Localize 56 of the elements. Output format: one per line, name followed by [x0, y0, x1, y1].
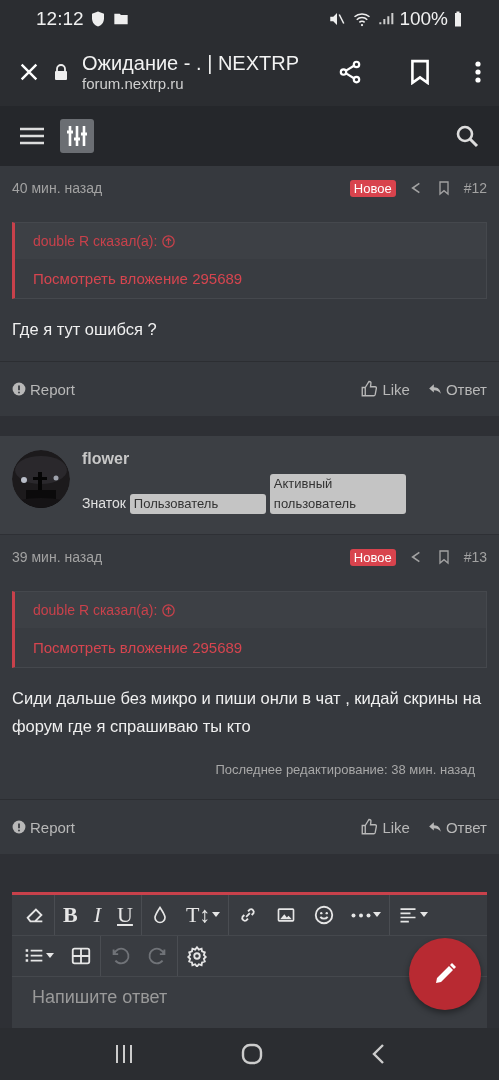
format-button[interactable]: U — [109, 895, 141, 935]
page-url[interactable]: forum.nextrp.ru — [82, 75, 323, 92]
home-icon[interactable] — [241, 1043, 264, 1065]
username[interactable]: flower — [82, 450, 406, 468]
pencil-icon — [433, 962, 457, 986]
like-button[interactable]: Like — [360, 380, 410, 398]
folder-icon — [111, 11, 130, 27]
thumbs-up-icon — [360, 380, 379, 398]
format-button[interactable]: T↕ — [177, 895, 229, 935]
menu-icon[interactable] — [20, 127, 44, 145]
post-time[interactable]: 39 мин. назад — [12, 549, 103, 565]
battery-percent: 100% — [399, 8, 448, 30]
user-banner: Пользователь — [129, 494, 266, 514]
more-icon — [351, 912, 372, 918]
page-title: Ожидание - . | NEXTRP — [82, 52, 300, 75]
report-button[interactable]: Report — [12, 818, 76, 836]
caret-icon — [46, 953, 54, 959]
edited-note: Последнее редактирование: 38 мин. назад — [215, 762, 475, 777]
like-button[interactable]: Like — [360, 818, 410, 836]
arrow-up-circle-icon — [161, 233, 177, 249]
recent-apps-icon[interactable] — [113, 1044, 134, 1064]
format-button[interactable]: I — [85, 895, 109, 935]
back-icon[interactable] — [371, 1043, 386, 1065]
caret-icon — [212, 912, 221, 918]
post-time[interactable]: 40 мин. назад — [12, 180, 103, 196]
thumbs-up-icon — [360, 818, 379, 836]
reply-input[interactable]: Напишите ответ — [32, 987, 168, 1007]
post-number[interactable]: #12 — [463, 180, 487, 196]
search-icon[interactable] — [455, 124, 479, 148]
alert-icon — [12, 820, 26, 834]
alert-icon — [12, 382, 26, 396]
sliders-logo-icon[interactable] — [60, 119, 94, 153]
post-text: Сиди дальше без микро и пиши онли в чат , кидай скрины на форум где я спрашиваю ты кто — [11, 688, 483, 737]
post-number[interactable]: #13 — [463, 549, 487, 565]
new-badge: Новое — [349, 179, 396, 197]
report-button[interactable]: Report — [12, 380, 76, 398]
more-vertical-icon[interactable] — [475, 60, 481, 84]
clock: 12:12 — [36, 8, 84, 30]
post-text: Где я тут ошибся ? — [11, 319, 158, 340]
table-icon — [70, 945, 92, 967]
smile-icon — [313, 904, 336, 926]
reply-button[interactable]: Ответ — [427, 818, 487, 836]
bookmark-icon[interactable] — [409, 59, 431, 85]
reply-button[interactable]: Ответ — [427, 380, 487, 398]
user-banner: Активный пользователь — [269, 474, 406, 514]
lock-icon — [54, 64, 68, 80]
format-button[interactable]: B — [55, 895, 86, 935]
new-badge: Новое — [349, 548, 396, 566]
caret-icon — [373, 912, 382, 918]
arrow-up-circle-icon — [161, 602, 177, 618]
user-title: Знаток — [82, 495, 126, 513]
settings-icon — [186, 945, 208, 967]
share-icon[interactable] — [337, 59, 363, 85]
caret-icon — [420, 912, 429, 918]
battery-icon — [453, 10, 463, 28]
close-icon[interactable] — [18, 61, 40, 83]
